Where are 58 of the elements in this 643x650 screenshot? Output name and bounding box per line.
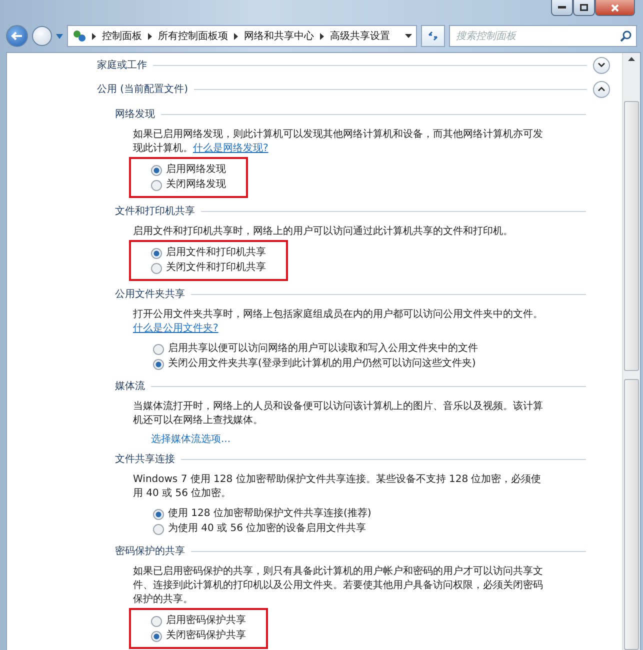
minimize-icon — [558, 6, 566, 9]
scroll-thumb[interactable] — [624, 379, 639, 650]
section-description: 打开公用文件夹共享时，网络上包括家庭组成员在内的用户都可以访问公用文件夹中的文件。 什么是公用文件夹? — [133, 308, 544, 336]
dropdown-caret-icon[interactable] — [405, 34, 412, 38]
section-title: 文件和打印机共享 — [115, 204, 195, 218]
radio-option[interactable]: 为使用 40 或 56 位加密的设备启用文件共享 — [153, 522, 372, 536]
radio-option[interactable]: 启用网络发现 — [151, 163, 226, 177]
help-link[interactable]: 什么是网络发现? — [193, 143, 268, 154]
chevron-down-icon — [597, 62, 606, 68]
breadcrumb-item[interactable]: 高级共享设置 — [330, 29, 390, 43]
radio-option[interactable]: 启用密码保护共享 — [151, 614, 246, 628]
maximize-icon — [580, 4, 588, 11]
forward-button[interactable] — [32, 26, 52, 46]
profile-title: 家庭或工作 — [97, 58, 147, 72]
expand-toggle[interactable] — [593, 56, 610, 74]
breadcrumb-item[interactable]: 所有控制面板项 — [158, 29, 228, 43]
close-icon — [611, 4, 619, 12]
section-title: 媒体流 — [115, 380, 145, 393]
radio-option[interactable]: 启用文件和打印机共享 — [151, 246, 266, 260]
radio-option[interactable]: 关闭密码保护共享 — [151, 629, 246, 643]
address-bar[interactable]: 控制面板 所有控制面板项 网络和共享中心 高级共享设置 — [67, 25, 417, 47]
chevron-up-icon — [597, 86, 606, 92]
help-link[interactable]: 什么是公用文件夹? — [133, 323, 218, 334]
section-title: 网络发现 — [115, 108, 155, 121]
section-description: 如果已启用网络发现，则此计算机可以发现其他网络计算机和设备，而其他网络计算机亦可发现此计算机。什么是网络发现? — [133, 128, 544, 156]
breadcrumb-arrow-icon[interactable] — [234, 32, 238, 40]
back-button[interactable] — [6, 25, 28, 47]
expand-toggle[interactable] — [593, 80, 610, 98]
network-icon — [72, 29, 86, 43]
section-title: 公用文件夹共享 — [115, 288, 185, 301]
minimize-button[interactable] — [551, 0, 573, 16]
section-title: 文件共享连接 — [115, 452, 175, 466]
search-icon[interactable] — [620, 30, 632, 42]
section-title: 密码保护的共享 — [115, 544, 185, 558]
search-field[interactable]: 搜索控制面板 — [449, 25, 637, 47]
breadcrumb-item[interactable]: 网络和共享中心 — [244, 29, 314, 43]
scroll-thumb[interactable] — [624, 100, 639, 372]
back-arrow-icon — [11, 31, 23, 41]
breadcrumb-arrow-icon[interactable] — [148, 32, 152, 40]
profile-title: 公用 (当前配置文件) — [97, 82, 188, 96]
radio-option[interactable]: 关闭公用文件夹共享(登录到此计算机的用户仍然可以访问这些文件夹) — [153, 357, 478, 371]
section-description: 当媒体流打开时，网络上的人员和设备便可以访问该计算机上的图片、音乐以及视频。该计算机还可以在网络上查找媒体。 — [133, 400, 544, 428]
radio-option[interactable]: 启用共享以便可以访问网络的用户可以读取和写入公用文件夹中的文件 — [153, 342, 478, 356]
section-description: 启用文件和打印机共享时，网络上的用户可以访问通过此计算机共享的文件和打印机。 — [133, 225, 514, 239]
media-options-link[interactable]: 选择媒体流选项... — [151, 432, 231, 446]
refresh-icon — [427, 30, 439, 42]
breadcrumb-arrow-icon[interactable] — [92, 32, 96, 40]
radio-option[interactable]: 使用 128 位加密帮助保护文件共享连接(推荐) — [153, 507, 372, 521]
maximize-button[interactable] — [573, 0, 595, 16]
section-description: Windows 7 使用 128 位加密帮助保护文件共享连接。某些设备不支持 128 位加密，必须使用 40 或 56 位加密。 — [133, 473, 542, 501]
scrollbar[interactable] — [622, 53, 640, 650]
breadcrumb-arrow-icon[interactable] — [320, 32, 324, 40]
refresh-button[interactable] — [421, 25, 445, 47]
section-description: 如果已启用密码保护的共享，则只有具备此计算机的用户帐户和密码的用户才可以访问共享文件、连接到此计算机的打印机以及公用文件夹。若要使其他用户具备访问权限，必须关闭密码保护的共享。 — [133, 565, 544, 607]
breadcrumb-item[interactable]: 控制面板 — [102, 29, 142, 43]
radio-option[interactable]: 关闭文件和打印机共享 — [151, 261, 266, 275]
radio-option[interactable]: 关闭网络发现 — [151, 178, 226, 192]
close-button[interactable] — [595, 0, 635, 16]
